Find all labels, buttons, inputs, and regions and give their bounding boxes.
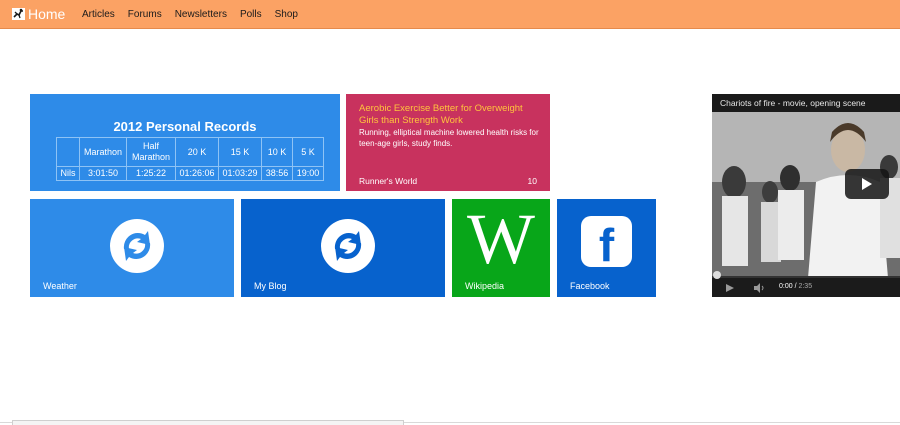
records-header-cell: 10 K — [261, 137, 293, 167]
nav-shop[interactable]: Shop — [275, 9, 298, 20]
records-header-cell: 20 K — [175, 137, 219, 167]
blog-label: My Blog — [254, 281, 287, 291]
play-button[interactable] — [845, 169, 889, 199]
records-cell: 19:00 — [292, 166, 324, 181]
play-small-icon[interactable] — [725, 283, 735, 293]
bottom-scrollbar[interactable] — [12, 420, 404, 425]
runner-logo-icon — [12, 8, 25, 20]
nav-polls[interactable]: Polls — [240, 9, 262, 20]
video-player[interactable]: Chariots of fire - movie, opening scene — [712, 94, 900, 297]
wikipedia-icon: W — [467, 199, 535, 279]
records-cell: 01:26:06 — [175, 166, 219, 181]
records-table: Marathon Half Marathon 20 K 15 K 10 K 5 … — [56, 137, 324, 181]
facebook-icon: f — [581, 216, 632, 271]
table-row: Nils 3:01:50 1:25:22 01:26:06 01:03:29 3… — [56, 166, 324, 181]
weather-label: Weather — [43, 281, 77, 291]
news-title[interactable]: Aerobic Exercise Better for Overweight G… — [359, 103, 539, 127]
records-cell: 01:03:29 — [218, 166, 262, 181]
video-controls: 0:00 / 2:35 — [712, 271, 900, 297]
news-source: Runner's World — [359, 176, 418, 186]
nav-articles[interactable]: Articles — [82, 9, 115, 20]
records-cell: 38:56 — [261, 166, 293, 181]
wikipedia-label: Wikipedia — [465, 281, 505, 291]
records-cell: Nils — [56, 166, 80, 181]
video-progress-bar[interactable] — [712, 271, 900, 279]
records-header-cell: 15 K — [218, 137, 262, 167]
top-nav-bar: Home Articles Forums Newsletters Polls S… — [0, 0, 900, 29]
wikipedia-tile[interactable]: W Wikipedia — [452, 199, 550, 297]
play-icon — [862, 178, 872, 190]
news-tile[interactable]: Aerobic Exercise Better for Overweight G… — [346, 94, 550, 191]
home-link[interactable]: Home — [12, 5, 65, 23]
personal-records-tile[interactable]: 2012 Personal Records Marathon Half Mara… — [30, 94, 340, 191]
video-duration: 2:35 — [798, 283, 813, 290]
volume-icon[interactable] — [753, 283, 765, 293]
records-header-cell: Half Marathon — [126, 137, 176, 167]
records-header-cell: 5 K — [292, 137, 324, 167]
video-current-time: 0:00 — [779, 283, 793, 290]
video-scrubber[interactable] — [713, 271, 721, 279]
news-count: 10 — [527, 176, 537, 186]
video-title[interactable]: Chariots of fire - movie, opening scene — [712, 94, 900, 112]
weather-tile[interactable]: Weather — [30, 199, 234, 297]
facebook-tile[interactable]: f Facebook — [557, 199, 656, 297]
refresh-icon — [110, 219, 164, 273]
records-cell: 1:25:22 — [126, 166, 176, 181]
records-header-cell: Marathon — [79, 137, 127, 167]
blog-tile[interactable]: My Blog — [241, 199, 445, 297]
refresh-icon — [321, 219, 375, 273]
video-time: 0:00 / 2:35 — [779, 283, 813, 290]
records-cell: 3:01:50 — [79, 166, 127, 181]
home-label: Home — [28, 6, 66, 22]
records-header-cell — [56, 137, 80, 167]
records-title: 2012 Personal Records — [113, 119, 257, 134]
main-nav: Articles Forums Newsletters Polls Shop — [82, 0, 311, 28]
facebook-letter: f — [598, 219, 615, 271]
facebook-label: Facebook — [570, 281, 610, 291]
nav-forums[interactable]: Forums — [128, 9, 162, 20]
news-summary: Running, elliptical machine lowered heal… — [359, 128, 539, 148]
nav-newsletters[interactable]: Newsletters — [175, 9, 227, 20]
